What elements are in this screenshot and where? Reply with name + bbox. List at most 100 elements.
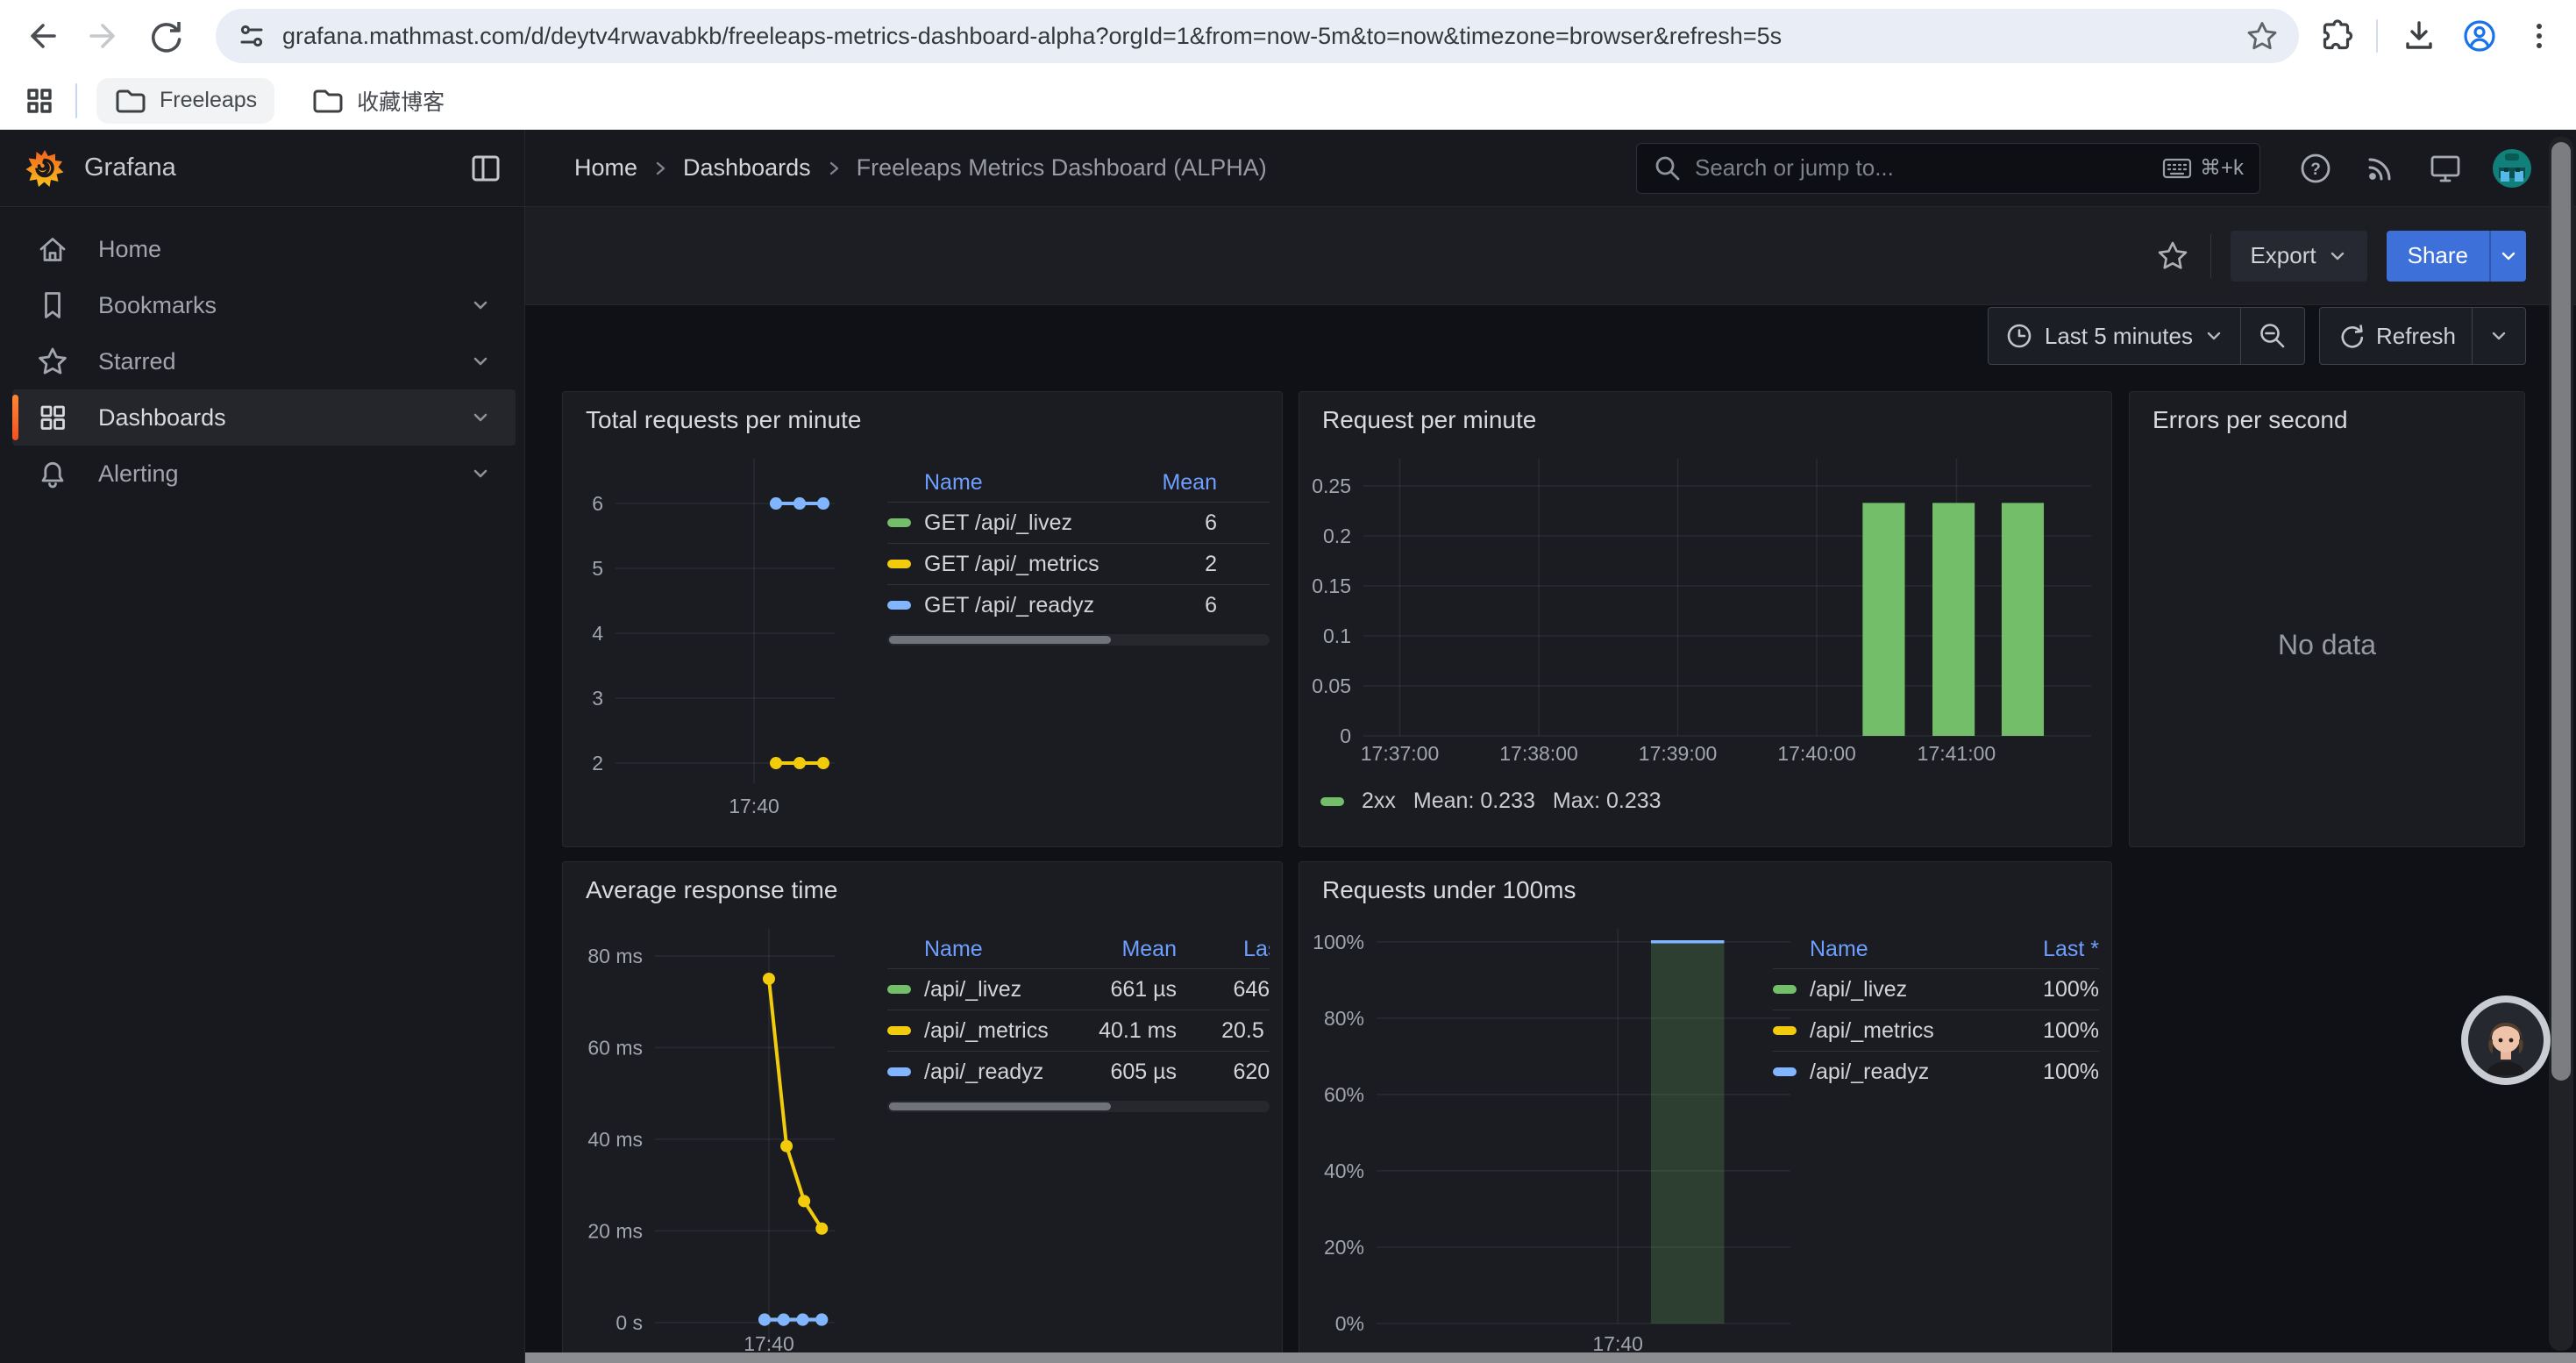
user-avatar[interactable] [2492,148,2532,189]
help-icon[interactable]: ? [2297,150,2334,187]
chevron-down-icon [2203,325,2224,346]
reload-button[interactable] [146,17,184,55]
panel-title[interactable]: Errors per second [2153,406,2348,434]
refresh-interval-dropdown[interactable] [2472,308,2525,364]
floating-user-avatar[interactable] [2460,995,2551,1086]
panel-title[interactable]: Total requests per minute [586,406,861,434]
legend-row[interactable]: /api/_livez661 µs646 µs [887,968,1270,1010]
downloads-icon[interactable] [2401,18,2437,54]
sidebar-item-label: Alerting [98,460,468,488]
legend-row[interactable]: GET /api/_readyz6 [887,584,1270,625]
chevron-down-icon[interactable] [468,293,493,318]
chevron-down-icon[interactable] [468,349,493,374]
requests-under-100ms-chart[interactable]: 100%80%60%40%20%0%17:40 [1306,911,1815,1363]
export-button[interactable]: Export [2231,231,2366,282]
legend-row[interactable]: GET /api/_livez6 [887,502,1270,543]
svg-text:?: ? [2310,161,2321,179]
sidebar-item-dashboards[interactable]: Dashboards [12,389,516,446]
svg-text:3: 3 [592,687,603,710]
legend-row[interactable]: /api/_metrics100% [1773,1010,2099,1051]
svg-text:60 ms: 60 ms [587,1036,643,1059]
vertical-scrollbar-thumb[interactable] [2551,142,2571,1081]
profile-icon[interactable] [2460,17,2499,55]
sidebar-item-starred[interactable]: Starred [12,333,516,389]
favorite-star-icon[interactable] [2154,238,2191,275]
breadcrumb: Home Dashboards Freeleaps Metrics Dashbo… [574,154,1267,182]
sidebar-toggle-icon[interactable] [468,151,503,186]
series-name[interactable]: 2xx [1362,789,1396,814]
legend-row[interactable]: /api/_readyz605 µs620 µs [887,1051,1270,1092]
legend-inline: 2xx Mean: 0.233 Max: 0.233 [1320,789,1662,814]
legend-row[interactable]: GET /api/_metrics2 [887,543,1270,584]
request-per-minute-chart[interactable]: 00.050.10.150.20.2517:37:0017:38:0017:39… [1306,441,2096,847]
sidebar-item-label: Starred [98,348,468,375]
series-color-chip [887,1067,911,1076]
panel-average-response-time: Average response time 80 ms60 ms40 ms20 … [562,861,1283,1363]
legend-row[interactable]: /api/_metrics40.1 ms20.5 ms [887,1010,1270,1051]
news-rss-icon[interactable] [2362,150,2399,187]
extensions-icon[interactable] [2316,18,2353,54]
svg-text:17:39:00: 17:39:00 [1639,742,1718,765]
monitor-icon[interactable] [2427,150,2464,187]
panel-title[interactable]: Request per minute [1322,406,1536,434]
svg-text:0.1: 0.1 [1323,624,1351,647]
chevron-down-icon[interactable] [468,461,493,486]
chevron-down-icon[interactable] [468,405,493,430]
search-box[interactable]: ⌘+k [1636,143,2260,194]
legend-scrollbar[interactable] [887,1101,1270,1112]
browser-menu-icon[interactable] [2522,18,2557,54]
svg-text:80%: 80% [1324,1007,1364,1030]
vertical-scrollbar-track[interactable] [2549,137,2573,1351]
total-requests-chart[interactable]: 6543217:40 [570,441,903,847]
average-response-time-chart[interactable]: 80 ms60 ms40 ms20 ms0 s17:40 [570,911,903,1363]
toolbar-divider [2210,234,2211,278]
refresh-button[interactable]: Refresh [2320,308,2472,364]
svg-text:5: 5 [592,557,603,580]
grafana-logo[interactable] [25,148,65,189]
sidebar-item-alerting[interactable]: Alerting [12,446,516,502]
url-text[interactable]: grafana.mathmast.com/d/deytv4rwavabkb/fr… [282,23,2245,50]
legend-scrollbar[interactable] [887,634,1270,646]
star-icon [35,344,70,379]
share-dropdown-button[interactable] [2489,231,2526,282]
horizontal-scrollbar[interactable] [525,1352,2576,1363]
apps-grid-icon[interactable] [23,84,56,118]
url-bar[interactable]: grafana.mathmast.com/d/deytv4rwavabkb/fr… [216,9,2299,63]
sidebar-item-home[interactable]: Home [12,221,516,277]
panel-title[interactable]: Average response time [586,876,837,904]
svg-text:4: 4 [592,622,603,645]
back-button[interactable] [23,17,61,55]
time-range-picker[interactable]: Last 5 minutes [1989,308,2240,364]
bookmarks-bar: Freeleaps 收藏博客 [0,72,2576,130]
bookmarks-divider [75,83,77,118]
time-range-label: Last 5 minutes [2045,323,2193,350]
series-color-chip [1320,797,1344,806]
panel-title[interactable]: Requests under 100ms [1322,876,1576,904]
bookmark-folder-freeleaps[interactable]: Freeleaps [96,78,274,124]
site-settings-icon[interactable] [235,19,268,53]
svg-text:17:41:00: 17:41:00 [1918,742,1996,765]
svg-text:0: 0 [1340,724,1351,747]
keyboard-icon [2161,155,2193,182]
svg-text:20 ms: 20 ms [587,1219,643,1242]
search-input[interactable] [1695,154,2149,182]
forward-button[interactable] [84,17,123,55]
bookmark-star-icon[interactable] [2245,18,2280,54]
grafana-app: Grafana Home Dashboards Freeleaps Metric… [0,130,2576,1363]
apps-grid-icon [35,400,70,435]
bookmark-folder-blogs[interactable]: 收藏博客 [294,78,462,124]
breadcrumb-current: Freeleaps Metrics Dashboard (ALPHA) [857,154,1267,182]
legend-row[interactable]: /api/_livez100% [1773,968,2099,1010]
sidebar-item-bookmarks[interactable]: Bookmarks [12,277,516,333]
breadcrumb-dashboards[interactable]: Dashboards [683,154,811,182]
panel-total-requests: Total requests per minute 6543217:40 Nam… [562,391,1283,847]
clock-icon [2004,321,2034,351]
breadcrumb-home[interactable]: Home [574,154,637,182]
legend-row[interactable]: /api/_readyz100% [1773,1051,2099,1092]
toolbar-divider [2376,19,2378,53]
share-button[interactable]: Share [2387,231,2526,282]
time-controls: Last 5 minutes Refresh [1988,307,2526,365]
bookmark-label: Freeleaps [160,88,257,113]
zoom-out-button[interactable] [2240,308,2304,364]
svg-text:0 s: 0 s [616,1311,643,1334]
